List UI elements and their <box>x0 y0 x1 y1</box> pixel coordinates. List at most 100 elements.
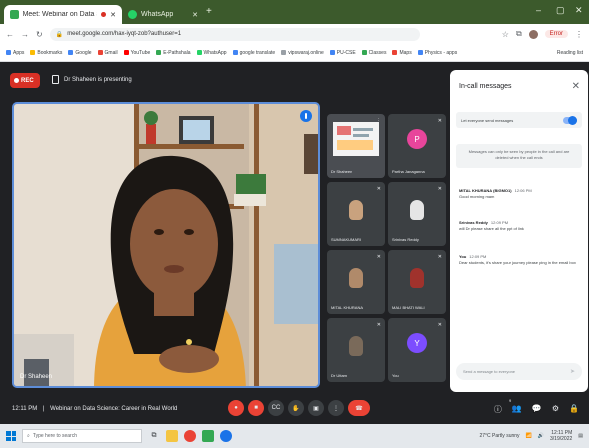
send-icon[interactable]: ➤ <box>570 368 575 375</box>
plant-pot <box>146 124 156 144</box>
participant-avatar: Y <box>407 333 427 353</box>
bookmark-item[interactable]: Maps <box>392 50 412 56</box>
forward-icon[interactable]: → <box>21 30 29 39</box>
bookmark-item[interactable]: YouTube <box>123 50 150 56</box>
raise-hand-icon[interactable]: ✋ <box>288 400 304 416</box>
bookmarks-bar: Apps Bookmarks Google Gmail YouTube E-Pa… <box>0 44 589 62</box>
meeting-details: 12:11 PM | Webinar on Data Science: Care… <box>12 406 178 412</box>
chat-icon[interactable]: 💬 <box>532 404 542 415</box>
file-explorer-icon[interactable] <box>166 430 178 442</box>
bookmark-item[interactable]: Physics - apps <box>417 50 457 56</box>
reload-icon[interactable]: ↻ <box>36 30 43 39</box>
allow-messages-toggle[interactable] <box>563 115 577 125</box>
bookmark-item[interactable]: Classes <box>361 50 386 56</box>
bookmark-item[interactable]: Gmail <box>97 50 118 56</box>
bookmark-item[interactable]: google translate <box>232 50 275 56</box>
reading-list-button[interactable]: Reading list <box>557 50 583 56</box>
bookmark-item[interactable]: Bookmarks <box>30 50 62 56</box>
close-tab-icon[interactable]: ✕ <box>192 11 198 19</box>
info-icon[interactable]: ⓘ <box>494 404 502 415</box>
star-icon[interactable]: ☆ <box>502 30 509 39</box>
bookmark-item[interactable]: Apps <box>6 50 24 56</box>
taskbar-clock[interactable]: 12:11 PM 3/19/2022 <box>550 430 572 442</box>
participant-tile[interactable]: ✕ Srinivas Reddy <box>388 182 446 246</box>
window-close-icon[interactable]: ✕ <box>575 5 583 16</box>
windows-start-icon[interactable] <box>6 431 16 441</box>
chat-message: Srinivas Reddy 12:09 PM will Dr please sh… <box>459 220 524 231</box>
bookmark-item[interactable]: vipswaraj.online <box>281 50 324 56</box>
present-screen-icon <box>52 75 59 84</box>
participant-tile[interactable]: ⋮ Dr Shaheen <box>327 114 385 178</box>
bookmark-item[interactable]: E-Pathshala <box>156 50 191 56</box>
bookmark-item[interactable]: WhatsApp <box>196 50 227 56</box>
host-controls-icon[interactable]: 🔒 <box>569 404 579 415</box>
recording-badge: REC <box>10 73 40 88</box>
bookmark-item[interactable]: Google <box>68 50 92 56</box>
windows-taskbar: ⌕ Type here to search ⧉ 27°C Partly sunn… <box>0 424 589 448</box>
participant-video <box>410 268 424 288</box>
participant-tile[interactable]: ✕ MALI BHATI WALI <box>388 250 446 314</box>
in-call-messages-panel: In-call messages ✕ Let everyone send mes… <box>450 70 588 392</box>
chrome-icon[interactable] <box>184 430 196 442</box>
people-icon[interactable]: 👥 <box>512 404 522 415</box>
muted-mic-icon: ✕ <box>376 186 381 192</box>
close-panel-icon[interactable]: ✕ <box>572 81 580 92</box>
system-tray: 27°C Partly sunny 📶 🔊 12:11 PM 3/19/2022… <box>479 430 583 442</box>
tab-meet[interactable]: Meet: Webinar on Data S ✕ <box>4 5 122 24</box>
participant-count: 9 <box>509 398 512 403</box>
lock-icon: 🔒 <box>55 31 64 38</box>
participant-video <box>349 268 363 288</box>
close-tab-icon[interactable]: ✕ <box>110 11 116 19</box>
task-view-icon[interactable]: ⧉ <box>148 430 160 442</box>
leave-call-button[interactable]: ☎ <box>348 400 370 416</box>
notifications-icon[interactable]: ▤ <box>578 433 583 439</box>
allow-messages-setting: Let everyone send messages <box>456 112 582 128</box>
omnibox[interactable]: 🔒 meet.google.com/hax-iyqt-zob?authuser=… <box>49 27 420 41</box>
camera-off-icon[interactable]: ■ <box>248 400 264 416</box>
chat-notice: Messages can only be seen by people in t… <box>456 144 582 168</box>
menu-icon[interactable]: ⋮ <box>575 30 583 39</box>
tab-label: WhatsApp <box>141 11 174 18</box>
muted-mic-icon: ✕ <box>437 322 442 328</box>
participant-tile[interactable]: ✕ Dr Uttam <box>327 318 385 382</box>
bookmark-item[interactable]: PU-CSE <box>329 50 356 56</box>
new-tab-icon[interactable]: + <box>206 6 212 17</box>
participant-avatar: P <box>407 129 427 149</box>
presenting-banner: Dr Shaheen is presenting <box>52 75 132 84</box>
update-button[interactable]: Error <box>544 30 568 38</box>
main-speaker-video[interactable]: Dr Shaheen <box>12 102 320 388</box>
activities-icon[interactable]: ⚙ <box>552 404 559 415</box>
captions-icon[interactable]: CC <box>268 400 284 416</box>
participant-tile[interactable]: ✕ SUMNAKUMARI <box>327 182 385 246</box>
participant-video <box>410 200 424 220</box>
tab-label: Meet: Webinar on Data S <box>22 11 98 18</box>
store-icon[interactable] <box>202 430 214 442</box>
participant-tile[interactable]: P ✕ Partha Janaganna <box>388 114 446 178</box>
extension-icon[interactable]: ⧉ <box>516 29 522 39</box>
url-text: meet.google.com/hax-iyqt-zob?authuser=1 <box>67 31 182 37</box>
maximize-icon[interactable]: ▢ <box>556 5 565 16</box>
taskbar-search-input[interactable]: ⌕ Type here to search <box>22 429 142 443</box>
weather-widget[interactable]: 27°C Partly sunny <box>479 433 519 439</box>
screen: Meet: Webinar on Data S ✕ WhatsApp ✕ + –… <box>0 0 589 448</box>
speaking-indicator-icon <box>300 110 312 122</box>
edge-icon[interactable] <box>220 430 232 442</box>
speaker-name-label: Dr Shaheen <box>20 374 53 380</box>
toolbar-icons: ☆ ⧉ Error ⋮ <box>502 29 583 39</box>
minimize-icon[interactable]: – <box>536 5 541 15</box>
mic-off-icon[interactable]: ● <box>228 400 244 416</box>
chat-message-input[interactable]: Send a message to everyone ➤ <box>456 363 582 380</box>
meet-stage: REC Dr Shaheen is presenting Dr Shaheen … <box>0 62 589 424</box>
back-icon[interactable]: ← <box>6 30 14 39</box>
participant-tile[interactable]: ✕ MITAL KHURANA <box>327 250 385 314</box>
whatsapp-favicon <box>128 10 137 19</box>
volume-icon[interactable]: 🔊 <box>538 433 544 439</box>
more-options-icon[interactable]: ⋮ <box>328 400 344 416</box>
present-now-icon[interactable]: ▣ <box>308 400 324 416</box>
profile-avatar[interactable] <box>528 29 538 39</box>
wifi-icon[interactable]: 📶 <box>526 433 532 439</box>
search-icon: ⌕ <box>27 433 30 439</box>
tab-whatsapp[interactable]: WhatsApp ✕ <box>122 5 204 24</box>
panel-title: In-call messages <box>459 83 512 90</box>
participant-tile[interactable]: Y ✕ You <box>388 318 446 382</box>
